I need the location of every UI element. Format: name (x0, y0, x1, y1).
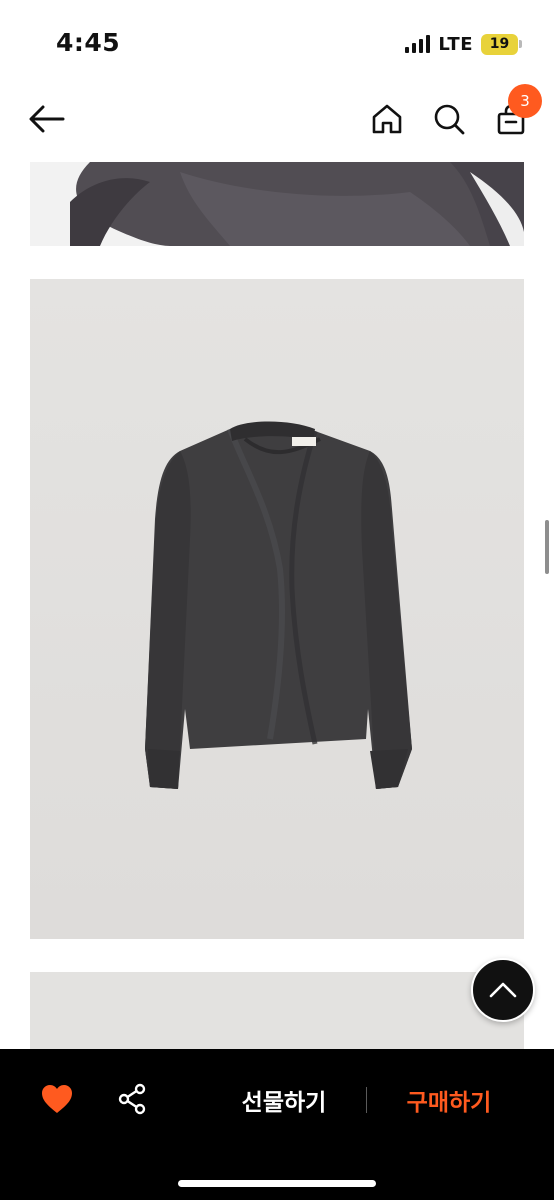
heart-icon (42, 1085, 72, 1113)
back-button[interactable] (22, 96, 72, 142)
home-indicator (178, 1180, 376, 1187)
product-image-detail (30, 162, 524, 246)
chevron-up-icon (489, 982, 517, 998)
scroll-to-top-button[interactable] (471, 958, 535, 1022)
battery-level: 19 (481, 33, 518, 55)
status-bar: 4:45 LTE 19 (0, 0, 554, 80)
cart-count-badge: 3 (508, 84, 542, 118)
like-button[interactable] (38, 1081, 76, 1117)
status-time: 4:45 (56, 28, 121, 57)
home-button[interactable] (364, 96, 410, 142)
status-indicators: LTE 19 (405, 33, 522, 55)
share-icon (118, 1083, 146, 1115)
battery-icon: 19 (481, 33, 522, 55)
top-navigation (0, 80, 554, 162)
home-icon (372, 104, 402, 134)
gift-button[interactable]: 선물하기 (230, 1079, 338, 1121)
product-image-next (30, 972, 524, 1052)
signal-icon (405, 35, 431, 53)
product-image-main (30, 279, 524, 939)
divider (366, 1087, 367, 1113)
buy-button[interactable]: 구매하기 (394, 1079, 504, 1121)
network-type: LTE (438, 33, 473, 55)
bottom-action-bar: 선물하기 구매하기 (0, 1049, 554, 1200)
search-button[interactable] (426, 96, 472, 142)
search-icon (434, 104, 465, 135)
share-button[interactable] (114, 1081, 150, 1117)
arrow-left-icon (29, 105, 65, 133)
scrollbar[interactable] (545, 520, 549, 574)
